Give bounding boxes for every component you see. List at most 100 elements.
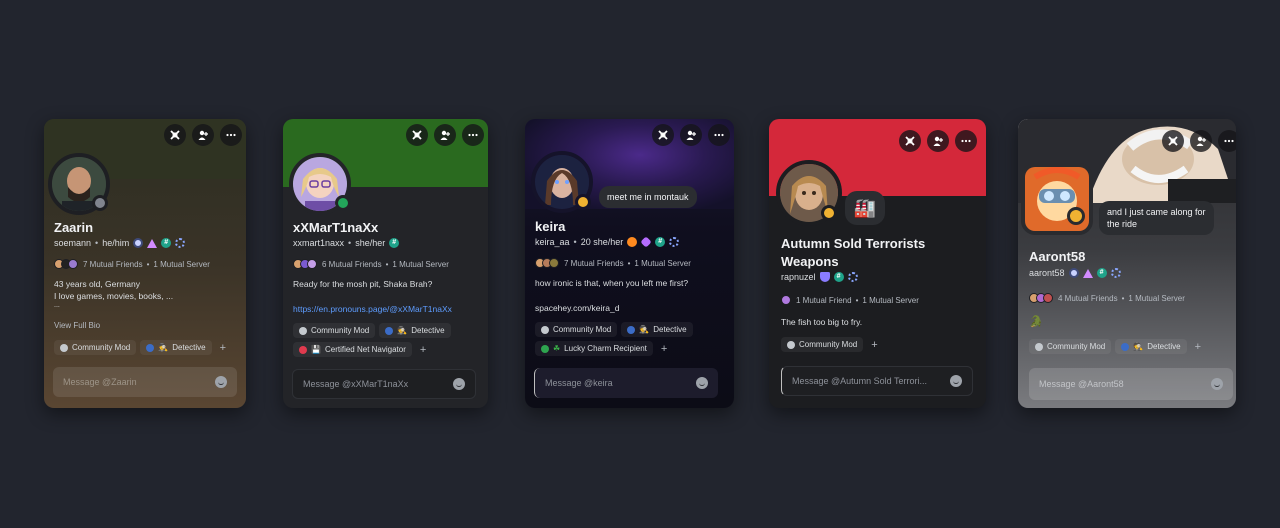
add-friend-button[interactable]	[434, 124, 456, 146]
no-tools-button[interactable]	[406, 124, 428, 146]
message-placeholder: Message @Aaront58	[1039, 379, 1124, 389]
emoji-icon[interactable]	[215, 376, 227, 388]
person-add-icon	[686, 130, 696, 140]
message-input[interactable]: Message @xXMarT1naXx	[292, 369, 476, 399]
message-placeholder: Message @Zaarin	[63, 377, 137, 387]
more-button[interactable]	[708, 124, 730, 146]
card-actions	[164, 124, 242, 146]
no-tools-button[interactable]	[899, 130, 921, 152]
quest-badge-icon[interactable]	[175, 238, 186, 248]
username: rapnuzel	[781, 272, 816, 282]
more-button[interactable]	[462, 124, 484, 146]
role-detective[interactable]: 🕵 Detective	[1115, 339, 1187, 354]
add-friend-button[interactable]	[927, 130, 949, 152]
message-input[interactable]: Message @Aaront58	[1029, 368, 1233, 400]
add-friend-button[interactable]	[192, 124, 214, 146]
separator: •	[95, 238, 99, 248]
message-input[interactable]: Message @Autumn Sold Terrori...	[781, 366, 973, 396]
mutuals[interactable]: 1 Mutual Friend • 1 Mutual Server	[781, 295, 919, 305]
no-tools-button[interactable]	[1162, 130, 1184, 152]
bio-line: I love games, movies, books, ...	[54, 291, 174, 301]
role-certified-net-navigator[interactable]: 💾 Certified Net Navigator	[293, 342, 412, 357]
role-detective[interactable]: 🕵 Detective	[140, 340, 212, 355]
username-line: aaront58 #	[1029, 268, 1121, 278]
more-button[interactable]	[220, 124, 242, 146]
detective-icon: 🕵	[1133, 342, 1144, 351]
add-friend-button[interactable]	[1190, 130, 1212, 152]
role-community-mod[interactable]: Community Mod	[293, 323, 376, 338]
nitro-badge-icon[interactable]	[627, 237, 638, 247]
mutuals[interactable]: 7 Mutual Friends • 1 Mutual Server	[54, 259, 210, 269]
mutual-avatars	[535, 258, 559, 268]
more-icon	[961, 139, 971, 143]
hash-badge-icon[interactable]: #	[161, 238, 172, 248]
mutuals[interactable]: 6 Mutual Friends • 1 Mutual Server	[293, 259, 449, 269]
quest-badge-icon[interactable]	[669, 237, 680, 247]
display-name-line: Weapons	[781, 254, 839, 269]
hypesquad-badge-icon[interactable]	[147, 238, 158, 248]
role-lucky-charm-recipient[interactable]: ☘ Lucky Charm Recipient	[535, 341, 653, 356]
add-role-button[interactable]: +	[657, 343, 671, 355]
hash-badge-icon[interactable]: #	[655, 237, 666, 247]
roles: Community Mod 🕵 Detective +	[1029, 339, 1205, 354]
hash-badge-icon[interactable]: #	[389, 238, 400, 248]
role-community-mod[interactable]: Community Mod	[535, 322, 618, 337]
bio-emoji: 🐊	[1029, 316, 1043, 328]
message-placeholder: Message @Autumn Sold Terrori...	[792, 376, 928, 386]
separator: •	[146, 259, 150, 269]
add-friend-button[interactable]	[680, 124, 702, 146]
person-add-icon	[440, 130, 450, 140]
floppy-disk-icon: 💾	[311, 345, 321, 354]
hash-badge-icon[interactable]: #	[833, 272, 844, 282]
shield-badge-icon[interactable]	[819, 272, 830, 282]
username-line: keira_aa • 20 she/her #	[535, 236, 680, 248]
message-input[interactable]: Message @Zaarin	[53, 367, 237, 397]
more-button[interactable]	[1218, 130, 1236, 152]
status-bubble-line: and I just came along for	[1107, 207, 1206, 217]
hypesquad-badge-icon[interactable]	[1082, 268, 1093, 278]
add-role-button[interactable]: +	[1191, 341, 1205, 353]
more-button[interactable]	[955, 130, 977, 152]
mutual-friends: 1 Mutual Friend	[796, 295, 852, 305]
bio-line: ...	[54, 302, 60, 309]
emoji-icon[interactable]	[696, 377, 708, 389]
role-community-mod[interactable]: Community Mod	[781, 337, 864, 352]
boost-badge-icon[interactable]	[640, 236, 652, 248]
bio-line: how ironic is that, when you left me fir…	[535, 278, 689, 288]
quest-badge-icon[interactable]	[1110, 268, 1121, 278]
role-community-mod[interactable]: Community Mod	[54, 340, 137, 355]
no-tools-button[interactable]	[652, 124, 674, 146]
quest-badge-icon[interactable]	[847, 272, 858, 282]
profile-card-keira: meet me in montauk keira keira_aa • 20 s…	[525, 119, 734, 408]
add-role-button[interactable]: +	[416, 344, 430, 356]
eye-badge-icon[interactable]	[1068, 268, 1079, 278]
role-detective[interactable]: 🕵 Detective	[379, 323, 451, 338]
separator: •	[385, 259, 389, 269]
emoji-icon[interactable]	[950, 375, 962, 387]
bio-link[interactable]: https://en.pronouns.page/@xXMarT1naXx	[293, 303, 452, 315]
status-dot-icon	[1067, 207, 1085, 225]
mutual-avatars	[54, 259, 78, 269]
add-role-button[interactable]: +	[216, 342, 230, 354]
emoji-icon[interactable]	[1211, 378, 1223, 390]
emoji-icon[interactable]	[453, 378, 465, 390]
separator: •	[348, 238, 352, 248]
hash-badge-icon[interactable]: #	[1096, 268, 1107, 278]
mutual-friends: 6 Mutual Friends	[322, 259, 382, 269]
view-full-bio-link[interactable]: View Full Bio	[54, 320, 100, 332]
no-tools-button[interactable]	[164, 124, 186, 146]
message-input[interactable]: Message @keira	[534, 368, 718, 398]
username-line: soemann • he/him #	[54, 238, 186, 248]
role-community-mod[interactable]: Community Mod	[1029, 339, 1112, 354]
status-bubble-line: the ride	[1107, 219, 1138, 229]
mutuals[interactable]: 4 Mutual Friends • 1 Mutual Server	[1029, 293, 1185, 303]
eye-badge-icon[interactable]	[133, 238, 144, 248]
username-line: xxmart1naxx • she/her #	[293, 238, 400, 248]
avatar[interactable]	[1021, 163, 1093, 235]
display-name: xXMarT1naXx	[293, 220, 379, 235]
mutuals[interactable]: 7 Mutual Friends • 1 Mutual Server	[535, 258, 691, 268]
add-role-button[interactable]: +	[867, 339, 881, 351]
mutual-servers: 1 Mutual Server	[862, 295, 919, 305]
status-dot-icon	[92, 195, 108, 211]
role-detective[interactable]: 🕵 Detective	[621, 322, 693, 337]
